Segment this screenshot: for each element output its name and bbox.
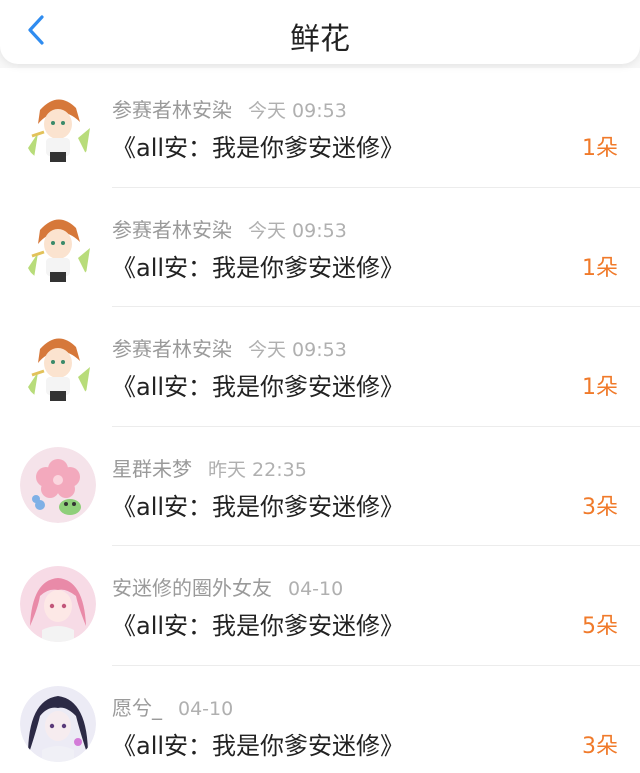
avatar[interactable] bbox=[20, 446, 96, 523]
top-bar: 鲜花 bbox=[0, 0, 640, 64]
list-item[interactable]: 参赛者林安染 今天 09:53 《all安：我是你爹安迷修》 1朵 bbox=[0, 187, 640, 307]
flower-count: 1朵 bbox=[582, 136, 618, 161]
record-meta: 参赛者林安染 今天 09:53 bbox=[112, 333, 347, 362]
flower-count: 1朵 bbox=[582, 375, 618, 400]
timestamp: 今天 09:53 bbox=[248, 339, 347, 361]
username[interactable]: 安迷修的圈外女友 bbox=[112, 576, 272, 600]
flower-count: 3朵 bbox=[582, 494, 618, 520]
timestamp: 04-10 bbox=[288, 578, 344, 600]
page-title: 鲜花 bbox=[290, 22, 350, 57]
username[interactable]: 愿兮_ bbox=[112, 696, 162, 720]
flower-count: 1朵 bbox=[582, 255, 618, 281]
record-meta: 参赛者林安染 今天 09:53 bbox=[112, 94, 347, 123]
record-meta: 安迷修的圈外女友 04-10 bbox=[112, 572, 343, 601]
username[interactable]: 参赛者林安染 bbox=[112, 98, 232, 122]
list-item[interactable]: 星群未梦 昨天 22:35 《all安：我是你爹安迷修》 3朵 bbox=[0, 426, 640, 546]
username[interactable]: 参赛者林安染 bbox=[112, 337, 232, 361]
avatar[interactable] bbox=[20, 566, 96, 642]
list-item[interactable]: 参赛者林安染 今天 09:53 《all安：我是你爹安迷修》 1朵 bbox=[0, 68, 640, 188]
work-title[interactable]: 《all安：我是你爹安迷修》 bbox=[112, 606, 404, 641]
list-item[interactable]: 参赛者林安染 今天 09:53 《all安：我是你爹安迷修》 1朵 bbox=[0, 307, 640, 427]
timestamp: 今天 09:53 bbox=[248, 219, 347, 242]
record-meta: 愿兮_ 04-10 bbox=[112, 692, 233, 721]
work-title[interactable]: 《all安：我是你爹安迷修》 bbox=[112, 367, 404, 402]
work-title[interactable]: 《all安：我是你爹安迷修》 bbox=[112, 487, 404, 522]
list-item[interactable]: 安迷修的圈外女友 04-10 《all安：我是你爹安迷修》 5朵 bbox=[0, 546, 640, 666]
work-title[interactable]: 《all安：我是你爹安迷修》 bbox=[112, 248, 404, 283]
username[interactable]: 参赛者林安染 bbox=[112, 218, 232, 242]
avatar[interactable] bbox=[20, 685, 96, 762]
record-meta: 星群未梦 昨天 22:35 bbox=[112, 453, 307, 482]
avatar[interactable] bbox=[20, 88, 96, 164]
record-meta: 参赛者林安染 今天 09:53 bbox=[112, 214, 347, 243]
timestamp: 04-10 bbox=[178, 697, 234, 720]
flower-count: 3朵 bbox=[582, 733, 618, 759]
timestamp: 今天 09:53 bbox=[248, 100, 347, 122]
list-item[interactable]: 愿兮_ 04-10 《all安：我是你爹安迷修》 3朵 bbox=[0, 665, 640, 773]
flower-count: 5朵 bbox=[582, 614, 618, 639]
avatar[interactable] bbox=[20, 327, 96, 403]
flowers-page: 鲜花 参赛者林安染 今天 09:53 《all安：我是你爹安迷修》 1朵 参赛者… bbox=[0, 0, 640, 773]
flower-record-list: 参赛者林安染 今天 09:53 《all安：我是你爹安迷修》 1朵 参赛者林安染… bbox=[0, 68, 640, 773]
avatar[interactable] bbox=[20, 207, 96, 284]
work-title[interactable]: 《all安：我是你爹安迷修》 bbox=[112, 128, 404, 163]
username[interactable]: 星群未梦 bbox=[112, 457, 192, 481]
work-title[interactable]: 《all安：我是你爹安迷修》 bbox=[112, 726, 404, 761]
timestamp: 昨天 22:35 bbox=[208, 458, 307, 481]
